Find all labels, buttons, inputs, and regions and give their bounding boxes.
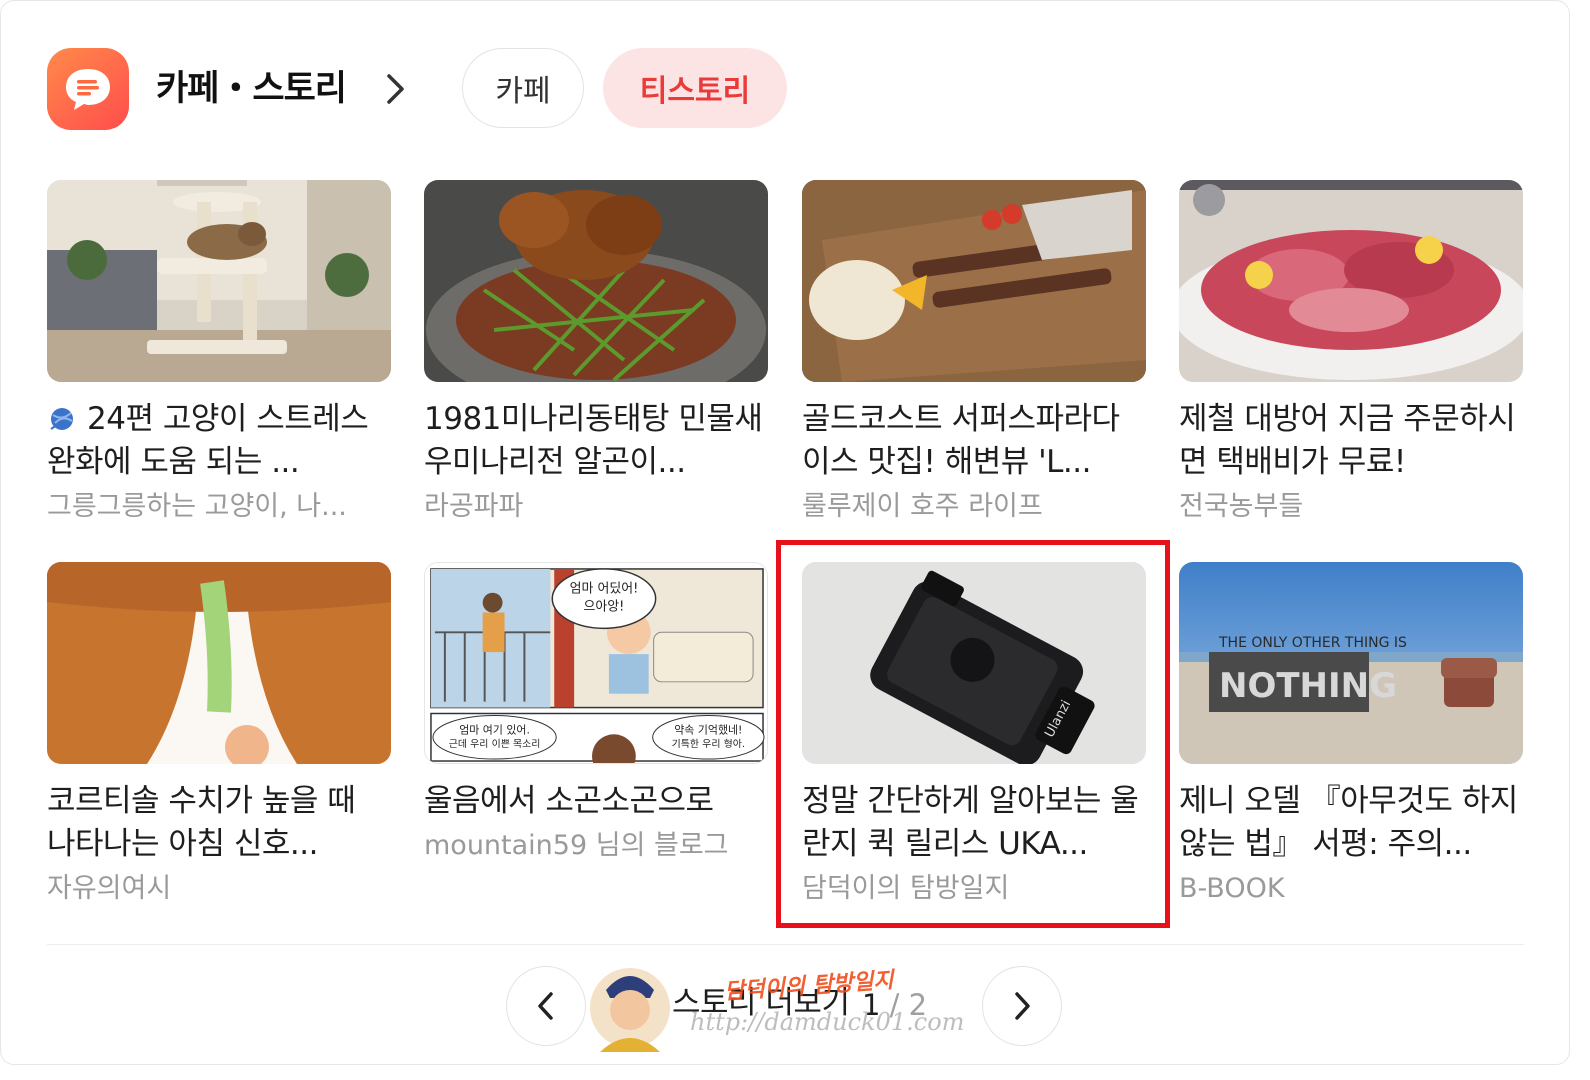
card-source[interactable]: 자유의여시 — [47, 870, 391, 908]
divider — [47, 944, 1524, 945]
watermark-avatar — [590, 968, 670, 1052]
card-title[interactable]: 1981미나리동태탕 민물새우미나리전 알곤이... — [424, 398, 768, 484]
watermark-url: http://damduck01.com — [690, 1008, 965, 1036]
card-source[interactable]: 전국농부들 — [1179, 488, 1523, 526]
story-card[interactable]: 엄마 어딨어! 으아앙! 엄마 여기 있어. 근데 우리 이쁜 목소리 약속 기… — [424, 562, 768, 865]
story-card[interactable]: 24편 고양이 스트레스 완화에 도움 되는 ... 그릉그릉하는 고양이, 나… — [47, 180, 391, 526]
card-title[interactable]: 제니 오델 『아무것도 하지 않는 법』 서평: 주의... — [1179, 780, 1523, 866]
fried-fish-thumbnail[interactable] — [424, 180, 768, 382]
next-page-button[interactable] — [982, 966, 1062, 1046]
nothing-sign-thumbnail[interactable]: THE ONLY OTHER THING IS NOTHING — [1179, 562, 1523, 764]
skewers-thumbnail[interactable] — [802, 180, 1146, 382]
story-card[interactable]: 골드코스트 서퍼스파라다이스 맛집! 해변뷰 'L... 룰루제이 호주 라이프 — [802, 180, 1146, 526]
cat-tower-thumbnail[interactable] — [47, 180, 391, 382]
comic-speech-text: 으아앙! — [584, 600, 625, 615]
illustration-thumbnail[interactable] — [47, 562, 391, 764]
sign-text: NOTHING — [1219, 666, 1397, 706]
card-title[interactable]: 코르티솔 수치가 높을 때 나타나는 아침 신호... — [47, 780, 391, 866]
card-title[interactable]: 제철 대방어 지금 주문하시면 택배비가 무료! — [1179, 398, 1523, 484]
card-source[interactable]: 룰루제이 호주 라이프 — [802, 488, 1146, 526]
comic-speech-text: 엄마 어딨어! — [570, 582, 639, 597]
card-source[interactable]: 그릉그릉하는 고양이, 나... — [47, 488, 391, 526]
card-source[interactable]: B-BOOK — [1179, 870, 1523, 908]
sashimi-thumbnail[interactable] — [1179, 180, 1523, 382]
comic-thumbnail[interactable]: 엄마 어딨어! 으아앙! 엄마 여기 있어. 근데 우리 이쁜 목소리 약속 기… — [424, 562, 768, 764]
card-source[interactable]: 라공파파 — [424, 488, 768, 526]
chevron-left-icon — [538, 992, 553, 1020]
comic-speech-text: 엄마 여기 있어. — [459, 723, 530, 736]
blog-suffix: 님의 블로그 — [587, 830, 729, 861]
blog-author: mountain59 — [424, 830, 588, 861]
sign-text: THE ONLY OTHER THING IS — [1218, 635, 1407, 651]
story-card[interactable]: THE ONLY OTHER THING IS NOTHING 제니 오델 『아… — [1179, 562, 1523, 908]
comic-speech-text: 기특한 우리 형아. — [672, 738, 745, 750]
card-title[interactable]: 울음에서 소곤소곤으로 — [424, 780, 768, 823]
story-card[interactable]: 코르티솔 수치가 높을 때 나타나는 아침 신호... 자유의여시 — [47, 562, 391, 908]
story-card[interactable]: 제철 대방어 지금 주문하시면 택배비가 무료! 전국농부들 — [1179, 180, 1523, 526]
card-source[interactable]: mountain59 님의 블로그 — [424, 827, 768, 865]
chevron-right-icon — [1015, 992, 1030, 1020]
card-title-text: 24편 고양이 스트레스 완화에 도움 되는 ... — [47, 401, 369, 480]
cafe-story-chat-icon — [47, 48, 129, 130]
card-title[interactable]: 골드코스트 서퍼스파라다이스 맛집! 해변뷰 'L... — [802, 398, 1146, 484]
tab-tistory[interactable]: 티스토리 — [603, 48, 787, 128]
section-title[interactable]: 카페・스토리 — [156, 64, 347, 114]
card-title[interactable]: 24편 고양이 스트레스 완화에 도움 되는 ... — [47, 398, 391, 484]
comic-speech-text: 약속 기억했네! — [674, 722, 742, 736]
story-card[interactable]: 1981미나리동태탕 민물새우미나리전 알곤이... 라공파파 — [424, 180, 768, 526]
chevron-right-icon[interactable] — [380, 70, 410, 108]
yarn-ball-icon — [50, 408, 73, 430]
highlight-box — [776, 540, 1170, 928]
comic-speech-text: 근데 우리 이쁜 목소리 — [449, 738, 541, 750]
prev-page-button[interactable] — [506, 966, 586, 1046]
tab-cafe[interactable]: 카페 — [462, 48, 584, 128]
